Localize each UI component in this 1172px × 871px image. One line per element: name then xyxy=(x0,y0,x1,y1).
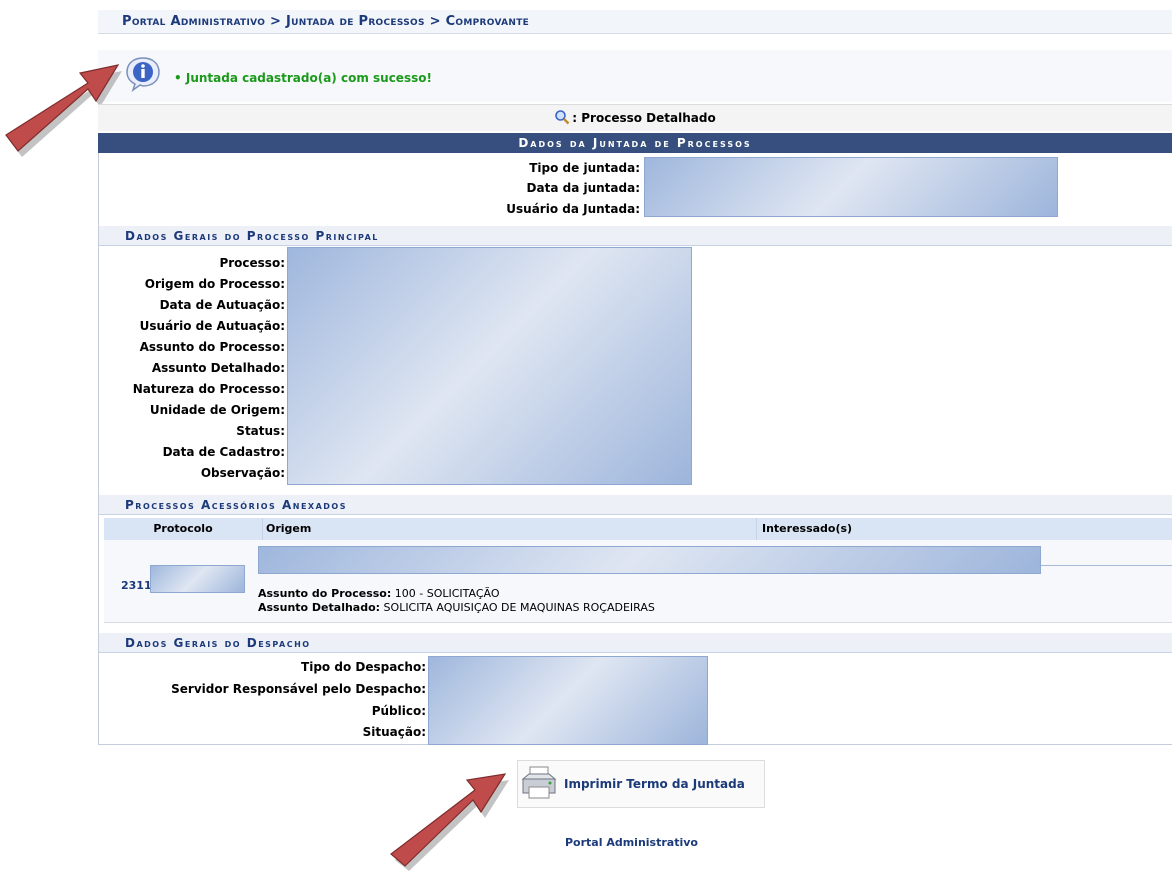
column-header-protocolo: Protocolo xyxy=(104,518,262,541)
label-usuario-autuacao: Usuário de Autuação: xyxy=(139,319,285,333)
legend-bar: : Processo Detalhado xyxy=(98,104,1172,131)
panel-caption: Dados da Juntada de Processos xyxy=(98,133,1172,153)
footer-portal-link[interactable]: Portal Administrativo xyxy=(565,836,698,849)
assunto-detalhado: Assunto Detalhado: SOLICITA AQUISIÇAO DE… xyxy=(258,601,655,614)
breadcrumb: Portal Administrativo > Juntada de Proce… xyxy=(98,10,1172,34)
annotation-arrow-icon xyxy=(390,773,509,871)
label-tipo-juntada: Tipo de juntada: xyxy=(529,161,640,175)
label-tipo-despacho: Tipo do Despacho: xyxy=(301,660,426,674)
printer-icon[interactable] xyxy=(520,765,558,801)
section-title-despacho: Dados Gerais do Despacho xyxy=(99,633,1172,653)
label-situacao: Situação: xyxy=(362,725,426,739)
label-unidade-origem: Unidade de Origem: xyxy=(149,403,285,417)
section-title-acessorios: Processos Acessórios Anexados xyxy=(99,495,1172,515)
label-data-cadastro: Data de Cadastro: xyxy=(162,445,285,459)
redacted-block xyxy=(258,546,1041,574)
label-data-autuacao: Data de Autuação: xyxy=(159,298,285,312)
label-publico: Público: xyxy=(371,704,426,718)
label-processo: Processo: xyxy=(219,256,285,270)
assunto-processo: Assunto do Processo: 100 - SOLICITAÇÃO xyxy=(258,587,500,600)
legend-text: : Processo Detalhado xyxy=(572,111,716,125)
label-assunto: Assunto do Processo: xyxy=(139,340,285,354)
label-natureza: Natureza do Processo: xyxy=(132,382,285,396)
success-message: • Juntada cadastrado(a) com sucesso! xyxy=(174,71,432,85)
column-header-interessados: Interessado(s) xyxy=(762,518,1172,541)
redacted-block xyxy=(150,565,245,593)
redacted-block xyxy=(287,247,692,485)
label-origem: Origem do Processo: xyxy=(144,277,285,291)
redacted-block xyxy=(644,157,1058,217)
column-header-origem: Origem xyxy=(266,518,756,541)
label-data-juntada: Data da juntada: xyxy=(526,181,640,195)
print-button-label[interactable]: Imprimir Termo da Juntada xyxy=(564,777,745,791)
magnifier-icon xyxy=(555,110,570,125)
label-observacao: Observação: xyxy=(200,466,285,480)
column-divider xyxy=(756,518,757,540)
section-title-principal: Dados Gerais do Processo Principal xyxy=(99,226,1172,246)
divider xyxy=(1041,565,1172,566)
label-assunto-detalhado: Assunto Detalhado: xyxy=(151,361,285,375)
redacted-block xyxy=(428,656,708,745)
label-status: Status: xyxy=(236,424,285,438)
label-servidor-responsavel: Servidor Responsável pelo Despacho: xyxy=(171,682,426,696)
label-usuario-juntada: Usuário da Juntada: xyxy=(506,202,640,216)
